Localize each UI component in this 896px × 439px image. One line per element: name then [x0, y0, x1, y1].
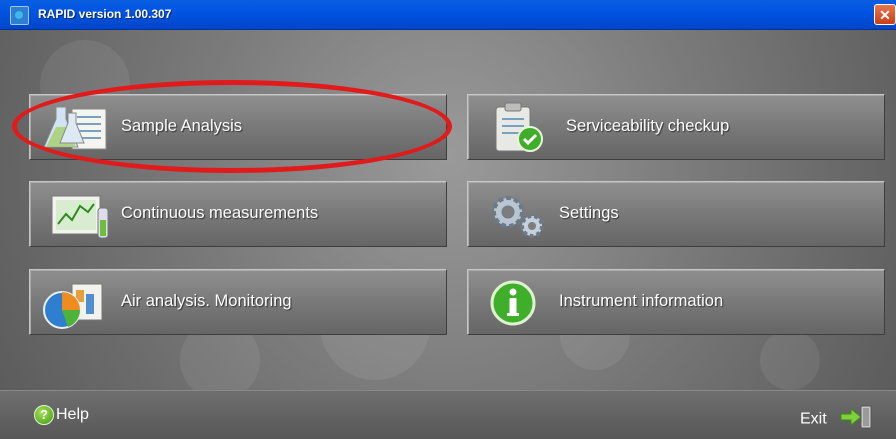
- bottom-bar: ? Help Exit: [0, 390, 896, 439]
- button-label: Serviceability checkup: [566, 117, 730, 135]
- highlight-oval: [12, 80, 452, 173]
- info-icon: [488, 279, 538, 332]
- close-button[interactable]: ✕: [874, 4, 896, 25]
- serviceability-checkup-button[interactable]: Serviceability checkup: [467, 94, 885, 160]
- exit-door-icon: [839, 405, 873, 434]
- app-icon: [10, 6, 29, 25]
- help-button[interactable]: ? Help: [34, 405, 89, 425]
- clipboard-check-icon: [490, 101, 550, 160]
- settings-button[interactable]: Settings: [467, 181, 885, 247]
- main-menu: Sample Analysis Serviceability checkup C…: [0, 30, 896, 390]
- exit-button[interactable]: Exit: [800, 405, 873, 434]
- continuous-measurements-button[interactable]: Continuous measurements: [29, 181, 447, 247]
- button-label: Air analysis. Monitoring: [121, 292, 292, 310]
- title-bar: RAPID version 1.00.307 ✕: [0, 0, 896, 30]
- button-label: Continuous measurements: [121, 204, 319, 222]
- air-analysis-monitoring-button[interactable]: Air analysis. Monitoring: [29, 269, 447, 335]
- pie-chart-icon: [38, 280, 108, 335]
- instrument-information-button[interactable]: Instrument information: [467, 269, 885, 335]
- button-label: Instrument information: [559, 292, 724, 310]
- help-icon: ?: [34, 405, 54, 425]
- button-label: Settings: [559, 204, 619, 222]
- gears-icon: [486, 190, 552, 247]
- chart-monitor-icon: [50, 190, 114, 247]
- exit-label: Exit: [800, 410, 827, 428]
- window-title: RAPID version 1.00.307: [38, 7, 172, 21]
- help-label: Help: [56, 406, 89, 423]
